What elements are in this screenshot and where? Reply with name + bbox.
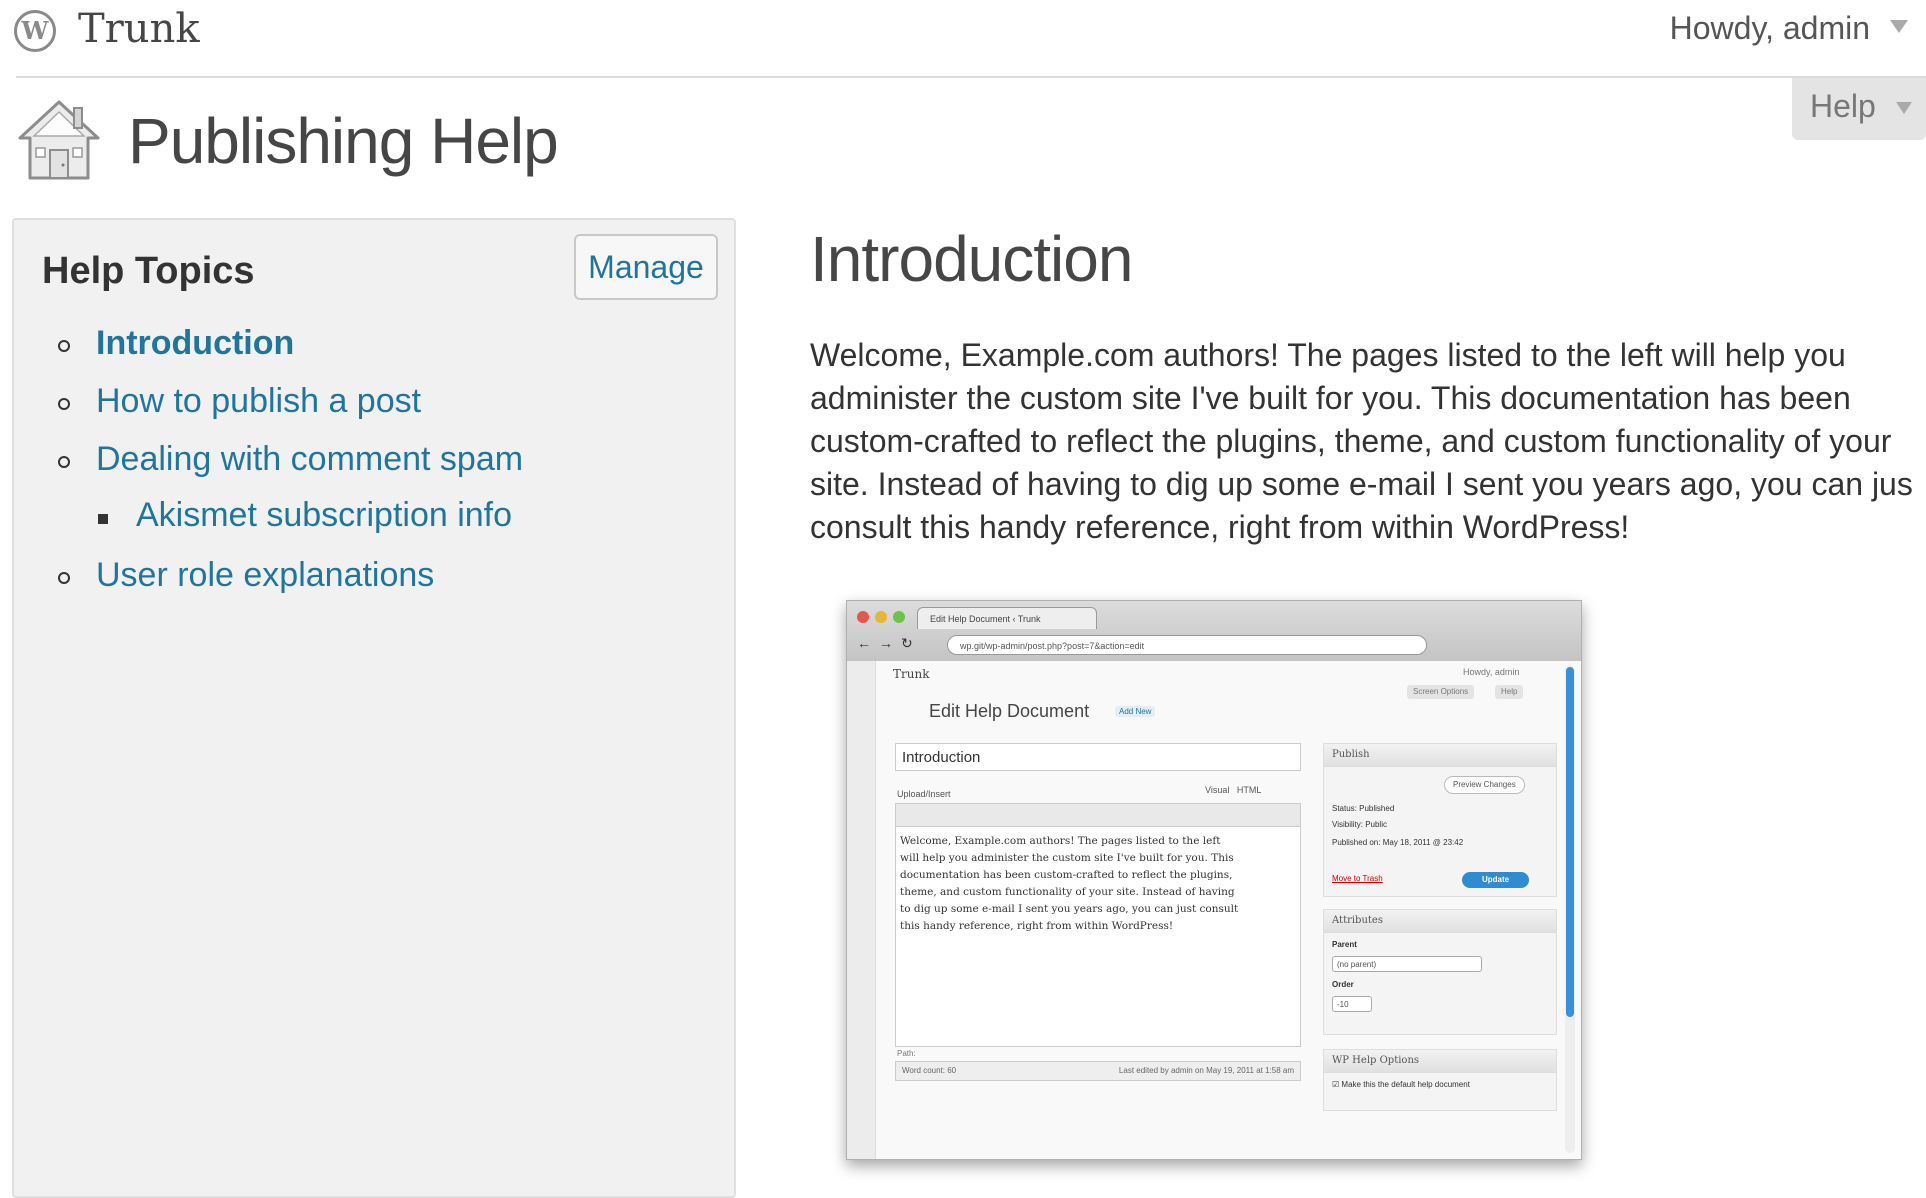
list-bullet-icon (58, 456, 70, 468)
browser-tab: Edit Help Document ‹ Trunk (917, 607, 1097, 629)
wordpress-logo-icon[interactable]: W (14, 10, 56, 52)
content-body: Welcome, Example.com authors! The pages … (810, 334, 1926, 549)
chevron-down-icon[interactable] (1890, 20, 1908, 33)
help-topics-sidebar: Help Topics Manage Introduction How to p… (12, 218, 736, 1198)
default-doc-checkbox-label: Make this the default help document (1341, 1080, 1470, 1089)
parent-select: (no parent) (1332, 956, 1482, 972)
user-menu[interactable]: Howdy, admin (1670, 10, 1870, 47)
editor-line: documentation has been custom-crafted to… (900, 869, 1233, 881)
topic-user-roles[interactable]: User role explanations (96, 556, 434, 595)
wp-help-options-title: WP Help Options (1324, 1050, 1556, 1073)
chevron-down-icon (1896, 102, 1912, 114)
default-doc-checkbox: ☑ Make this the default help document (1332, 1080, 1470, 1089)
editor-path: Path: (897, 1049, 916, 1058)
editor-toolbar (895, 803, 1301, 827)
sidebar-title: Help Topics (42, 250, 255, 292)
publish-box-title: Publish (1324, 744, 1556, 767)
word-count: Word count: 60 (902, 1066, 957, 1075)
topic-comment-spam[interactable]: Dealing with comment spam (96, 440, 523, 479)
editor-line: to dig up some e-mail I sent you years a… (900, 903, 1239, 915)
help-tab[interactable]: Help (1792, 78, 1926, 140)
html-tab: HTML (1236, 785, 1262, 795)
status-text: Status: Published (1332, 804, 1395, 813)
zoom-dot-icon (893, 611, 905, 623)
publish-box: Publish Preview Changes Status: Publishe… (1323, 743, 1557, 897)
editor-line: this handy reference, right from within … (900, 920, 1174, 932)
close-dot-icon (857, 611, 869, 623)
content-line: site. Instead of having to dig up some e… (810, 466, 1913, 502)
topic-how-to-publish[interactable]: How to publish a post (96, 382, 421, 421)
screenshot-page: Trunk Howdy, admin Screen Options Help E… (847, 661, 1581, 1159)
parent-label: Parent (1332, 940, 1357, 949)
published-on-text: Published on: May 18, 2011 @ 23:42 (1332, 838, 1464, 847)
help-tab-label: Help (1810, 88, 1876, 124)
manage-button[interactable]: Manage (574, 234, 718, 300)
attributes-box: Attributes Parent (no parent) Order -10 (1323, 909, 1557, 1035)
minimize-dot-icon (875, 611, 887, 623)
visual-tab: Visual (1205, 785, 1230, 795)
admin-bar-divider (16, 76, 1926, 78)
editor-line: Welcome, Example.com authors! The pages … (900, 835, 1221, 847)
content-line: custom-crafted to reflect the plugins, t… (810, 423, 1892, 459)
nav-arrows-icon: ←→↻ (857, 635, 921, 651)
list-bullet-icon (58, 340, 70, 352)
content-line: Welcome, Example.com authors! The pages … (810, 337, 1846, 373)
order-input: -10 (1332, 996, 1372, 1012)
editor-status-bar: Word count: 60 Last edited by admin on M… (895, 1061, 1301, 1081)
browser-chrome: Edit Help Document ‹ Trunk ←→↻ wp.git/wp… (847, 601, 1581, 662)
content-line: administer the custom site I've built fo… (810, 380, 1851, 416)
list-bullet-icon (58, 572, 70, 584)
list-bullet-square-icon (98, 514, 108, 524)
visibility-text: Visibility: Public (1332, 820, 1387, 829)
preview-changes-button: Preview Changes (1444, 776, 1525, 794)
order-label: Order (1332, 980, 1354, 989)
topic-akismet[interactable]: Akismet subscription info (136, 496, 512, 535)
add-new-button: Add New (1115, 706, 1156, 717)
wp-help-options-box: WP Help Options ☑ Make this the default … (1323, 1049, 1557, 1111)
attributes-box-title: Attributes (1324, 910, 1556, 933)
screen-options-tab: Screen Options (1407, 685, 1475, 699)
content-line: consult this handy reference, right from… (810, 509, 1630, 545)
address-bar: wp.git/wp-admin/post.php?post=7&action=e… (947, 635, 1427, 655)
screenshot-scrollbar (1565, 665, 1575, 1153)
admin-bar: W Trunk Howdy, admin (0, 0, 1926, 76)
embedded-screenshot: Edit Help Document ‹ Trunk ←→↻ wp.git/wp… (846, 600, 1582, 1160)
topic-introduction[interactable]: Introduction (96, 324, 294, 363)
content-title: Introduction (810, 223, 1133, 295)
screenshot-site-name: Trunk (893, 667, 930, 681)
editor-tabs: Visual HTML (1205, 785, 1261, 795)
screenshot-scroll-thumb (1566, 667, 1574, 1017)
update-button: Update (1462, 872, 1530, 888)
move-to-trash-link: Move to Trash (1332, 874, 1383, 883)
title-field: Introduction (895, 743, 1301, 771)
editor-line: theme, and custom functionality of your … (900, 886, 1235, 898)
editor-line: will help you administer the custom site… (900, 852, 1234, 864)
site-name-link[interactable]: Trunk (78, 6, 200, 52)
home-icon (16, 98, 102, 182)
screenshot-howdy: Howdy, admin (1463, 667, 1520, 677)
screenshot-heading: Edit Help Document (929, 701, 1090, 721)
list-bullet-icon (58, 398, 70, 410)
upload-insert-label: Upload/Insert (897, 789, 951, 799)
screenshot-help-tab: Help (1495, 685, 1524, 699)
editor-area: Welcome, Example.com authors! The pages … (895, 827, 1301, 1047)
last-edited: Last edited by admin on May 19, 2011 at … (1118, 1066, 1294, 1075)
admin-menu-rail (847, 661, 876, 1159)
page-title: Publishing Help (128, 105, 559, 177)
